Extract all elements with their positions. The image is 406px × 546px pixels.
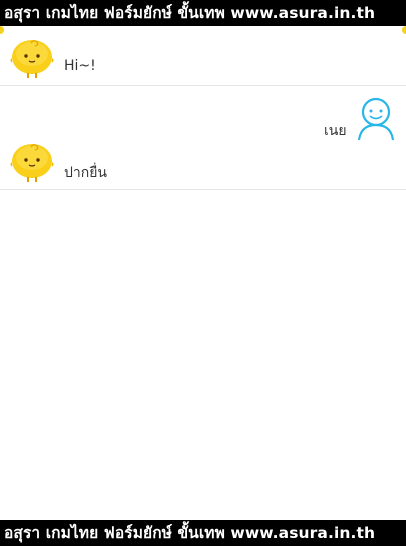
blue-person-icon xyxy=(357,97,395,141)
corner-decoration-left xyxy=(0,26,4,34)
top-banner-text: อสุรา เกมไทย ฟอร์มยักษ์ ขั้นเทพ www.asur… xyxy=(4,4,376,22)
yellow-chick-icon xyxy=(10,144,54,182)
bottom-banner-text: อสุรา เกมไทย ฟอร์มยักษ์ ขั้นเทพ www.asur… xyxy=(4,524,376,542)
top-banner: อสุรา เกมไทย ฟอร์มยักษ์ ขั้นเทพ www.asur… xyxy=(0,0,406,26)
message-text: Hi~! xyxy=(64,58,96,74)
message-text: เนย xyxy=(324,123,347,139)
message-divider xyxy=(0,85,406,86)
bottom-banner: อสุรา เกมไทย ฟอร์มยักษ์ ขั้นเทพ www.asur… xyxy=(0,520,406,546)
yellow-chick-icon xyxy=(10,40,54,78)
corner-decoration-right xyxy=(402,26,406,34)
message-divider xyxy=(0,189,406,190)
message-text: ปากยื่น xyxy=(64,165,107,181)
